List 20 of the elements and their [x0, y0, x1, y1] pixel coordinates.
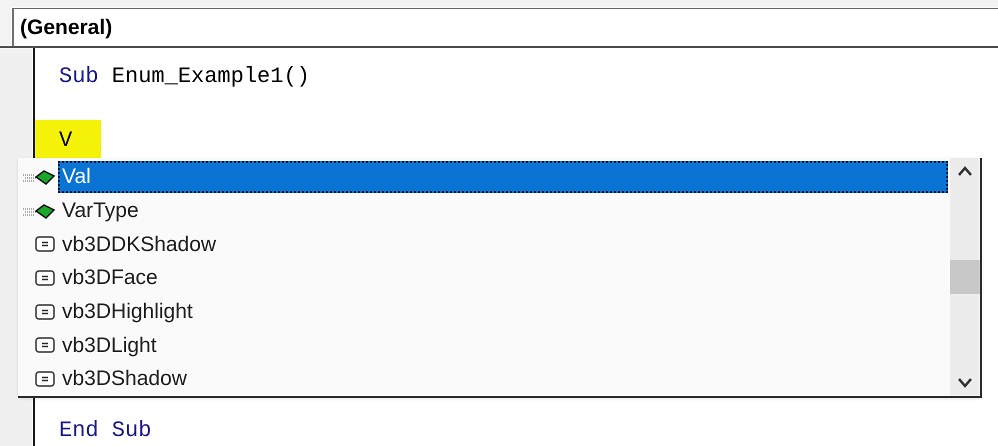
- list-item[interactable]: Val: [58, 160, 948, 193]
- list-item[interactable]: vb3DShadow: [58, 363, 950, 396]
- constant-icon: [34, 269, 56, 288]
- object-dropdown[interactable]: (General): [12, 8, 998, 46]
- list-item[interactable]: vb3DLight: [58, 329, 950, 362]
- typed-text: V: [35, 120, 101, 158]
- code-line: End Sub: [58, 417, 152, 445]
- list-item[interactable]: vb3DHighlight: [58, 296, 950, 328]
- constant-icon: [34, 370, 56, 388]
- constant-icon: [34, 336, 56, 354]
- scroll-up-icon[interactable]: [958, 166, 972, 176]
- constant-icon: [34, 235, 56, 254]
- list-item[interactable]: vb3DFace: [58, 262, 950, 294]
- list-item[interactable]: vb3DDKShadow: [58, 228, 950, 260]
- scrollbar[interactable]: [950, 158, 980, 396]
- scroll-down-icon[interactable]: [958, 378, 972, 388]
- list-item[interactable]: VarType: [58, 194, 950, 227]
- scroll-thumb[interactable]: [950, 260, 980, 294]
- code-line: Sub Enum_Example1(): [58, 63, 311, 91]
- constant-icon: [34, 302, 56, 321]
